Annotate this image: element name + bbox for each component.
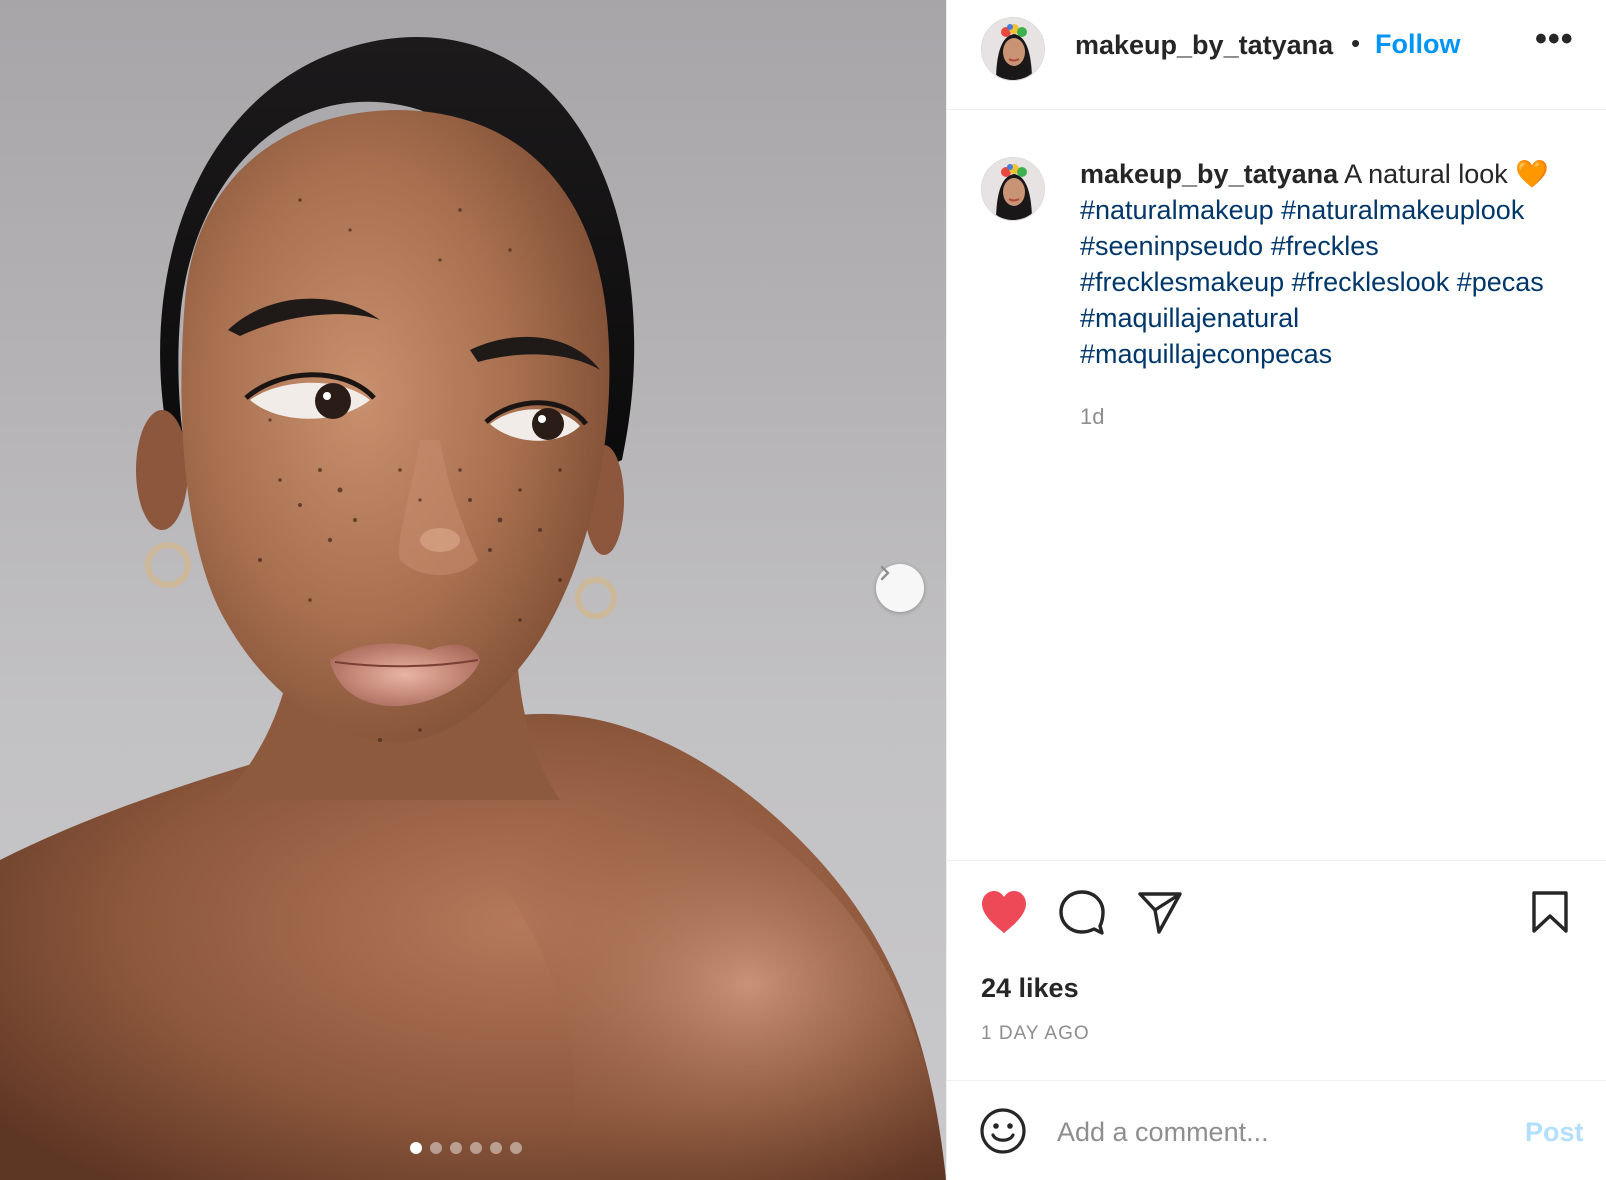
- paper-plane-icon: [1138, 892, 1182, 934]
- post-header: makeup_by_tatyana • Follow •••: [947, 0, 1606, 110]
- caption-username[interactable]: makeup_by_tatyana: [1080, 159, 1338, 189]
- save-button[interactable]: [1523, 885, 1577, 939]
- hashtag-link[interactable]: #freckleslook: [1292, 267, 1450, 297]
- smiley-icon: [980, 1108, 1026, 1154]
- hashtag-link[interactable]: #naturalmakeup: [1080, 195, 1274, 225]
- header-username[interactable]: makeup_by_tatyana: [1075, 30, 1333, 61]
- post-caption: makeup_by_tatyana A natural look 🧡 #natu…: [1080, 156, 1590, 372]
- comment-icon: [1059, 890, 1105, 935]
- comment-button[interactable]: [1055, 885, 1109, 939]
- post-date[interactable]: 1 DAY AGO: [981, 1023, 1090, 1045]
- hashtag-link[interactable]: #pecas: [1457, 267, 1544, 297]
- carousel-dot: [510, 1142, 522, 1154]
- heart-emoji: 🧡: [1515, 159, 1549, 189]
- hashtag-link[interactable]: #seeninpseudo: [1080, 231, 1263, 261]
- hashtag-link[interactable]: #naturalmakeuplook: [1281, 195, 1524, 225]
- avatar-image: [982, 158, 1044, 220]
- post-comment-button[interactable]: Post: [1525, 1117, 1584, 1148]
- avatar[interactable]: [981, 17, 1045, 81]
- emoji-button[interactable]: [977, 1105, 1029, 1157]
- hashtag-link[interactable]: #maquillajenatural: [1080, 303, 1299, 333]
- bookmark-icon: [1532, 891, 1568, 933]
- hashtag-list: #naturalmakeup #naturalmakeuplook #seeni…: [1080, 192, 1590, 372]
- post-actions: 24 likes 1 DAY AGO: [947, 860, 1606, 1080]
- comment-input[interactable]: [1057, 1107, 1487, 1157]
- share-button[interactable]: [1133, 885, 1187, 939]
- follow-button[interactable]: Follow: [1375, 29, 1460, 60]
- carousel-dot: [450, 1142, 462, 1154]
- likes-count[interactable]: 24 likes: [981, 973, 1079, 1004]
- caption-avatar[interactable]: [981, 157, 1045, 221]
- chevron-right-icon: [880, 565, 890, 581]
- caption-timestamp[interactable]: 1d: [1080, 404, 1104, 430]
- comment-bar: Post: [947, 1080, 1606, 1180]
- carousel-dot: [410, 1142, 422, 1154]
- like-button[interactable]: [977, 885, 1031, 939]
- hashtag-link[interactable]: #freckles: [1271, 231, 1379, 261]
- hashtag-link[interactable]: #maquillajeconpecas: [1080, 339, 1332, 369]
- more-icon[interactable]: •••: [1535, 20, 1574, 59]
- post-side-panel: makeup_by_tatyana • Follow ••• makeup_by…: [946, 0, 1606, 1180]
- carousel-indicator: [410, 1142, 522, 1154]
- separator-dot: •: [1351, 28, 1361, 58]
- hashtag-link[interactable]: #frecklesmakeup: [1080, 267, 1284, 297]
- carousel-dot: [490, 1142, 502, 1154]
- portrait-illustration: [0, 37, 946, 1180]
- caption-text: A natural look: [1344, 159, 1508, 189]
- carousel-dot: [430, 1142, 442, 1154]
- post-photo[interactable]: [0, 0, 946, 1180]
- avatar-image: [982, 18, 1044, 80]
- carousel-dot: [470, 1142, 482, 1154]
- carousel-next-button[interactable]: [876, 564, 924, 612]
- heart-icon: [982, 891, 1026, 933]
